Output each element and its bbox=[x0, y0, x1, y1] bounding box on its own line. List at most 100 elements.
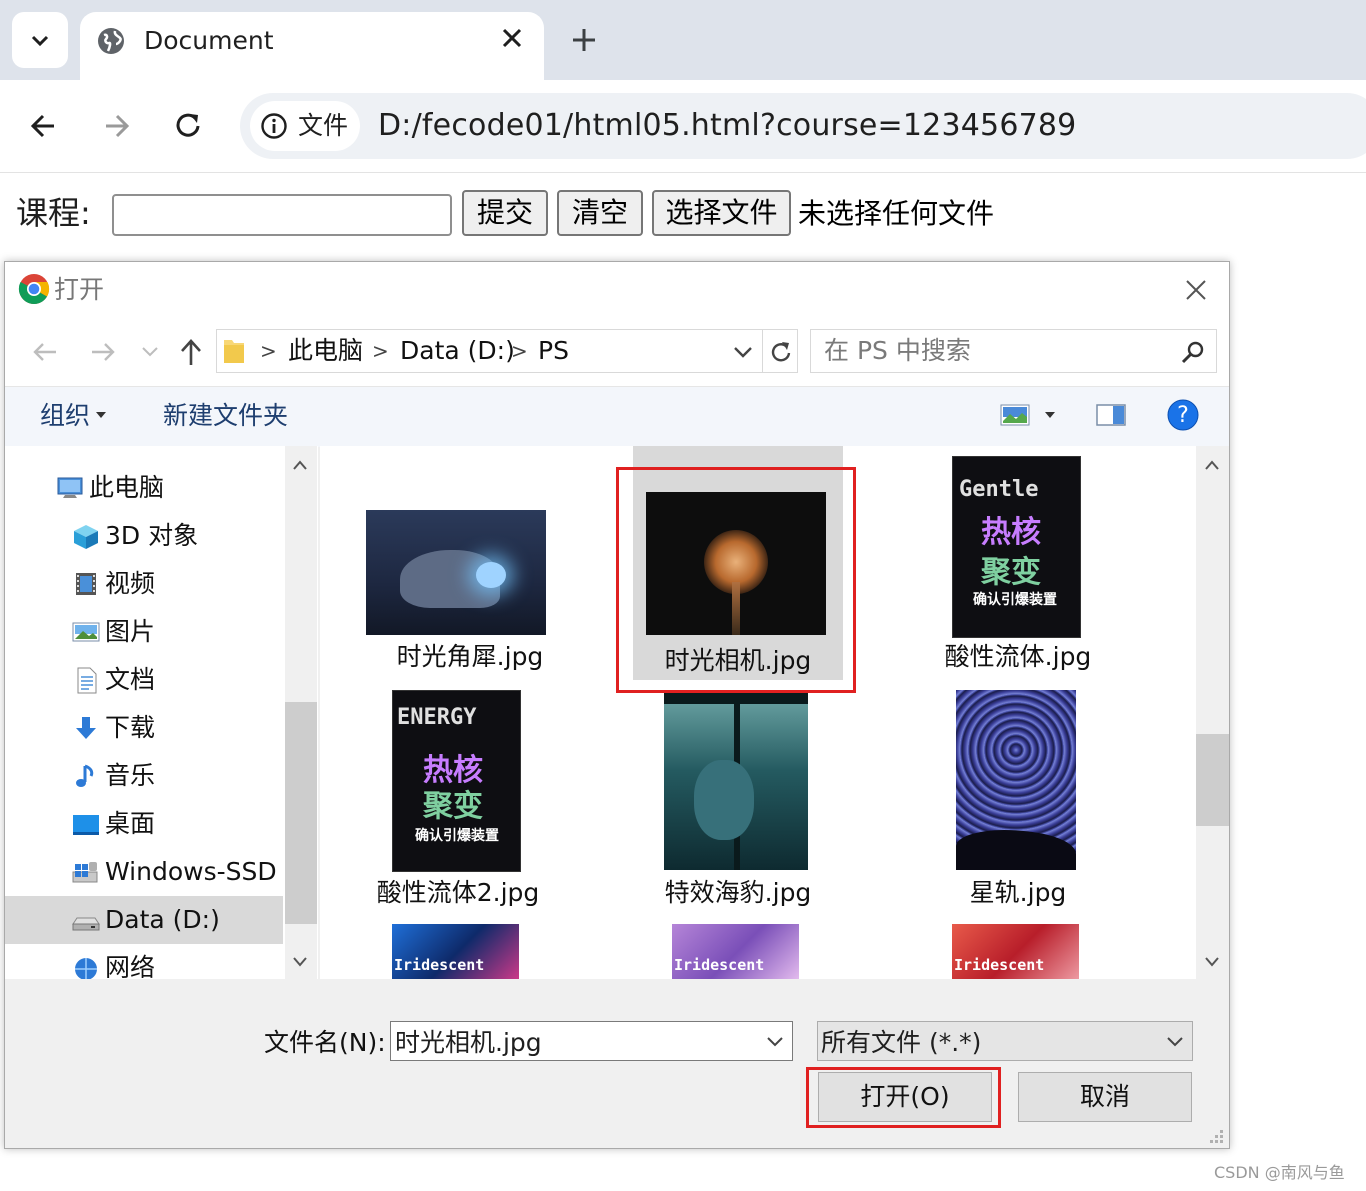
file-status-text: 未选择任何文件 bbox=[798, 197, 995, 230]
help-icon[interactable]: ? bbox=[1166, 398, 1200, 432]
tab-title: Document bbox=[144, 26, 274, 55]
nav-item[interactable]: 音乐 bbox=[5, 752, 283, 800]
filetype-value: 所有文件 (*.*) bbox=[821, 1028, 982, 1057]
nav-item[interactable]: 视频 bbox=[5, 560, 283, 608]
chevron-down-icon[interactable] bbox=[732, 344, 754, 360]
cancel-button[interactable]: 取消 bbox=[1018, 1072, 1192, 1122]
resize-grip-icon[interactable] bbox=[1208, 1128, 1224, 1144]
close-tab-icon[interactable] bbox=[500, 26, 524, 50]
reset-button[interactable]: 清空 bbox=[557, 190, 643, 236]
chevron-down-icon[interactable] bbox=[766, 1036, 784, 1048]
globe-icon bbox=[98, 28, 124, 54]
3d-objects-icon bbox=[74, 525, 98, 549]
file-thumbnail: Gentle 热核 聚变 确认引爆装置 bbox=[952, 456, 1081, 638]
nav-item-label: 网络 bbox=[105, 953, 156, 979]
nav-item[interactable]: 此电脑 bbox=[5, 464, 283, 512]
file-item[interactable]: 时光角犀.jpg bbox=[340, 496, 600, 676]
nav-item-label: 桌面 bbox=[105, 809, 156, 838]
file-name: 酸性流体.jpg bbox=[944, 642, 1092, 671]
preview-pane-icon[interactable] bbox=[1096, 404, 1126, 426]
file-item[interactable]: 特效海豹.jpg bbox=[608, 690, 868, 910]
view-options-icon[interactable] bbox=[1000, 404, 1030, 426]
nav-item[interactable]: 下载 bbox=[5, 704, 283, 752]
pictures-icon bbox=[72, 622, 100, 642]
nav-item[interactable]: 网络 bbox=[5, 944, 283, 979]
breadcrumb-item[interactable]: PS bbox=[538, 334, 569, 368]
scroll-down-icon[interactable] bbox=[292, 956, 308, 968]
scroll-up-icon[interactable] bbox=[1204, 459, 1220, 471]
back-arrow-icon[interactable] bbox=[24, 106, 64, 146]
chevron-down-icon[interactable] bbox=[1166, 1036, 1184, 1048]
file-thumbnail[interactable]: Iridescent bbox=[672, 924, 799, 979]
refresh-icon[interactable] bbox=[768, 338, 794, 366]
dialog-close-icon[interactable] bbox=[1184, 278, 1208, 302]
drive-icon bbox=[72, 917, 100, 931]
nav-item[interactable]: 3D 对象 bbox=[5, 512, 283, 560]
file-name: 星轨.jpg bbox=[969, 878, 1067, 907]
nav-scrollbar-thumb[interactable] bbox=[285, 702, 317, 924]
nav-item-label: Windows-SSD ( bbox=[105, 857, 283, 886]
forward-arrow-icon[interactable] bbox=[88, 338, 118, 366]
file-name: 酸性流体2.jpg bbox=[376, 878, 540, 907]
search-icon[interactable] bbox=[1180, 339, 1206, 365]
file-item[interactable]: 星轨.jpg bbox=[888, 690, 1148, 910]
nav-item-label: 3D 对象 bbox=[105, 521, 199, 550]
dropdown-arrow-icon[interactable] bbox=[1045, 412, 1055, 418]
up-arrow-icon[interactable] bbox=[176, 336, 206, 368]
file-item[interactable]: ENERGY 热核 聚变 确认引爆装置 酸性流体2.jpg bbox=[328, 690, 588, 910]
filename-value[interactable]: 时光相机.jpg bbox=[395, 1026, 542, 1060]
new-folder-button[interactable]: 新建文件夹 bbox=[163, 398, 288, 434]
breadcrumb-item[interactable]: Data (D:) bbox=[400, 334, 515, 368]
network-icon bbox=[75, 958, 97, 979]
downloads-icon bbox=[76, 717, 96, 739]
scroll-up-icon[interactable] bbox=[292, 459, 308, 471]
divider bbox=[762, 330, 763, 372]
watermark: CSDN @南风与鱼 bbox=[1214, 1163, 1345, 1182]
nav-item[interactable]: 桌面 bbox=[5, 800, 283, 848]
file-name: 特效海豹.jpg bbox=[664, 878, 812, 907]
choose-file-button[interactable]: 选择文件 bbox=[652, 190, 791, 236]
reload-icon[interactable] bbox=[168, 106, 208, 146]
new-tab-icon[interactable] bbox=[568, 24, 600, 56]
music-icon bbox=[76, 764, 94, 787]
scroll-down-icon[interactable] bbox=[1204, 956, 1220, 968]
breadcrumb-item[interactable]: 此电脑 bbox=[288, 334, 363, 368]
file-list-scrollbar-thumb[interactable] bbox=[1196, 734, 1229, 826]
search-placeholder: 在 PS 中搜索 bbox=[824, 336, 971, 365]
forward-arrow-icon[interactable] bbox=[96, 106, 136, 146]
file-thumbnail[interactable]: Iridescent bbox=[392, 924, 519, 979]
nav-item-label: 此电脑 bbox=[89, 473, 165, 502]
course-label: 课程: bbox=[16, 194, 91, 232]
annotation-highlight-open-button bbox=[806, 1067, 1001, 1128]
dialog-titlebar bbox=[5, 262, 1229, 318]
nav-item[interactable]: Windows-SSD ( bbox=[5, 848, 283, 896]
nav-item[interactable]: Data (D:) bbox=[5, 896, 283, 944]
file-item[interactable]: Gentle 热核 聚变 确认引爆装置 酸性流体.jpg bbox=[888, 454, 1148, 676]
site-info-label: 文件 bbox=[298, 111, 349, 140]
file-thumbnail: ENERGY 热核 聚变 确认引爆装置 bbox=[392, 690, 521, 872]
info-icon bbox=[261, 113, 287, 139]
file-thumbnail bbox=[664, 690, 808, 870]
file-list-scrollbar[interactable] bbox=[1196, 446, 1229, 979]
file-thumbnail[interactable]: Iridescent bbox=[952, 924, 1079, 979]
submit-button[interactable]: 提交 bbox=[462, 190, 548, 236]
chrome-logo-icon bbox=[18, 274, 50, 305]
breadcrumb-separator: > bbox=[372, 339, 389, 363]
nav-item-label: 音乐 bbox=[105, 761, 156, 790]
svg-text:?: ? bbox=[1177, 403, 1189, 428]
course-input[interactable] bbox=[112, 194, 452, 236]
recent-locations-icon[interactable] bbox=[140, 344, 160, 360]
nav-item[interactable]: 文档 bbox=[5, 656, 283, 704]
nav-item-label: 文档 bbox=[105, 665, 156, 694]
tab-search-button[interactable] bbox=[12, 12, 68, 68]
videos-icon bbox=[76, 573, 96, 595]
url-text[interactable]: D:/fecode01/html05.html?course=123456789 bbox=[378, 106, 1076, 146]
annotation-highlight-selected-file bbox=[616, 467, 856, 693]
file-thumbnail bbox=[366, 510, 546, 635]
back-arrow-icon[interactable] bbox=[30, 338, 60, 366]
breadcrumb-separator: > bbox=[511, 339, 528, 363]
file-thumbnail bbox=[956, 690, 1076, 870]
nav-item[interactable]: 图片 bbox=[5, 608, 283, 656]
documents-icon bbox=[77, 667, 97, 694]
organize-button[interactable]: 组织 bbox=[40, 398, 90, 434]
